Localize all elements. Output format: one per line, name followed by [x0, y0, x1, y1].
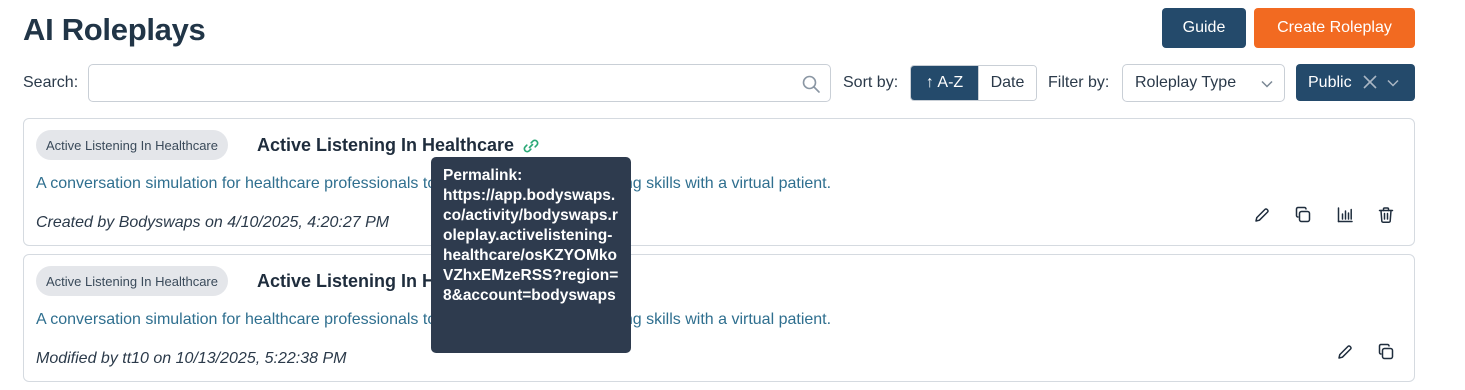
- sort-label: Sort by:: [843, 74, 899, 91]
- duplicate-icon[interactable]: [1376, 342, 1396, 362]
- roleplay-type-value: Roleplay Type: [1135, 74, 1237, 91]
- roleplay-card: Active Listening In Healthcare Active Li…: [23, 254, 1415, 382]
- tooltip-url: https://app.bodyswaps.co/activity/bodysw…: [443, 187, 619, 304]
- tooltip-label: Permalink:: [443, 167, 523, 184]
- roleplay-title: Active Listening In Healthcare: [257, 135, 515, 155]
- sort-toggle: ↑ A-Z Date: [910, 65, 1037, 101]
- roleplay-meta: Created by Bodyswaps on 4/10/2025, 4:20:…: [36, 214, 390, 231]
- analytics-icon[interactable]: [1335, 205, 1355, 225]
- create-roleplay-button[interactable]: Create Roleplay: [1254, 8, 1415, 48]
- trash-icon[interactable]: [1376, 205, 1396, 225]
- visibility-filter[interactable]: Public: [1296, 64, 1415, 101]
- edit-icon[interactable]: [1335, 342, 1355, 362]
- duplicate-icon[interactable]: [1293, 205, 1313, 225]
- sort-date-button[interactable]: Date: [978, 66, 1036, 100]
- guide-button[interactable]: Guide: [1162, 8, 1246, 48]
- roleplay-type-select[interactable]: Roleplay Type: [1122, 64, 1285, 102]
- roleplay-meta: Modified by tt10 on 10/13/2025, 5:22:38 …: [36, 350, 347, 367]
- roleplay-tag: Active Listening In Healthcare: [36, 266, 228, 296]
- permalink-tooltip: Permalink: https://app.bodyswaps.co/acti…: [431, 157, 631, 353]
- edit-icon[interactable]: [1252, 205, 1272, 225]
- search-icon[interactable]: [801, 74, 821, 94]
- chevron-down-icon: [1261, 80, 1273, 88]
- search-label: Search:: [23, 74, 79, 91]
- roleplay-tag: Active Listening In Healthcare: [36, 130, 228, 160]
- link-icon[interactable]: [521, 136, 541, 156]
- filter-label: Filter by:: [1048, 74, 1110, 91]
- roleplay-card: Active Listening In Healthcare Active Li…: [23, 118, 1415, 246]
- search-input[interactable]: [88, 64, 831, 102]
- visibility-value: Public: [1308, 73, 1352, 91]
- sort-az-button[interactable]: ↑ A-Z: [911, 66, 978, 100]
- chevron-down-icon[interactable]: [1386, 76, 1400, 90]
- clear-icon[interactable]: [1362, 74, 1378, 90]
- page-title: AI Roleplays: [23, 12, 206, 47]
